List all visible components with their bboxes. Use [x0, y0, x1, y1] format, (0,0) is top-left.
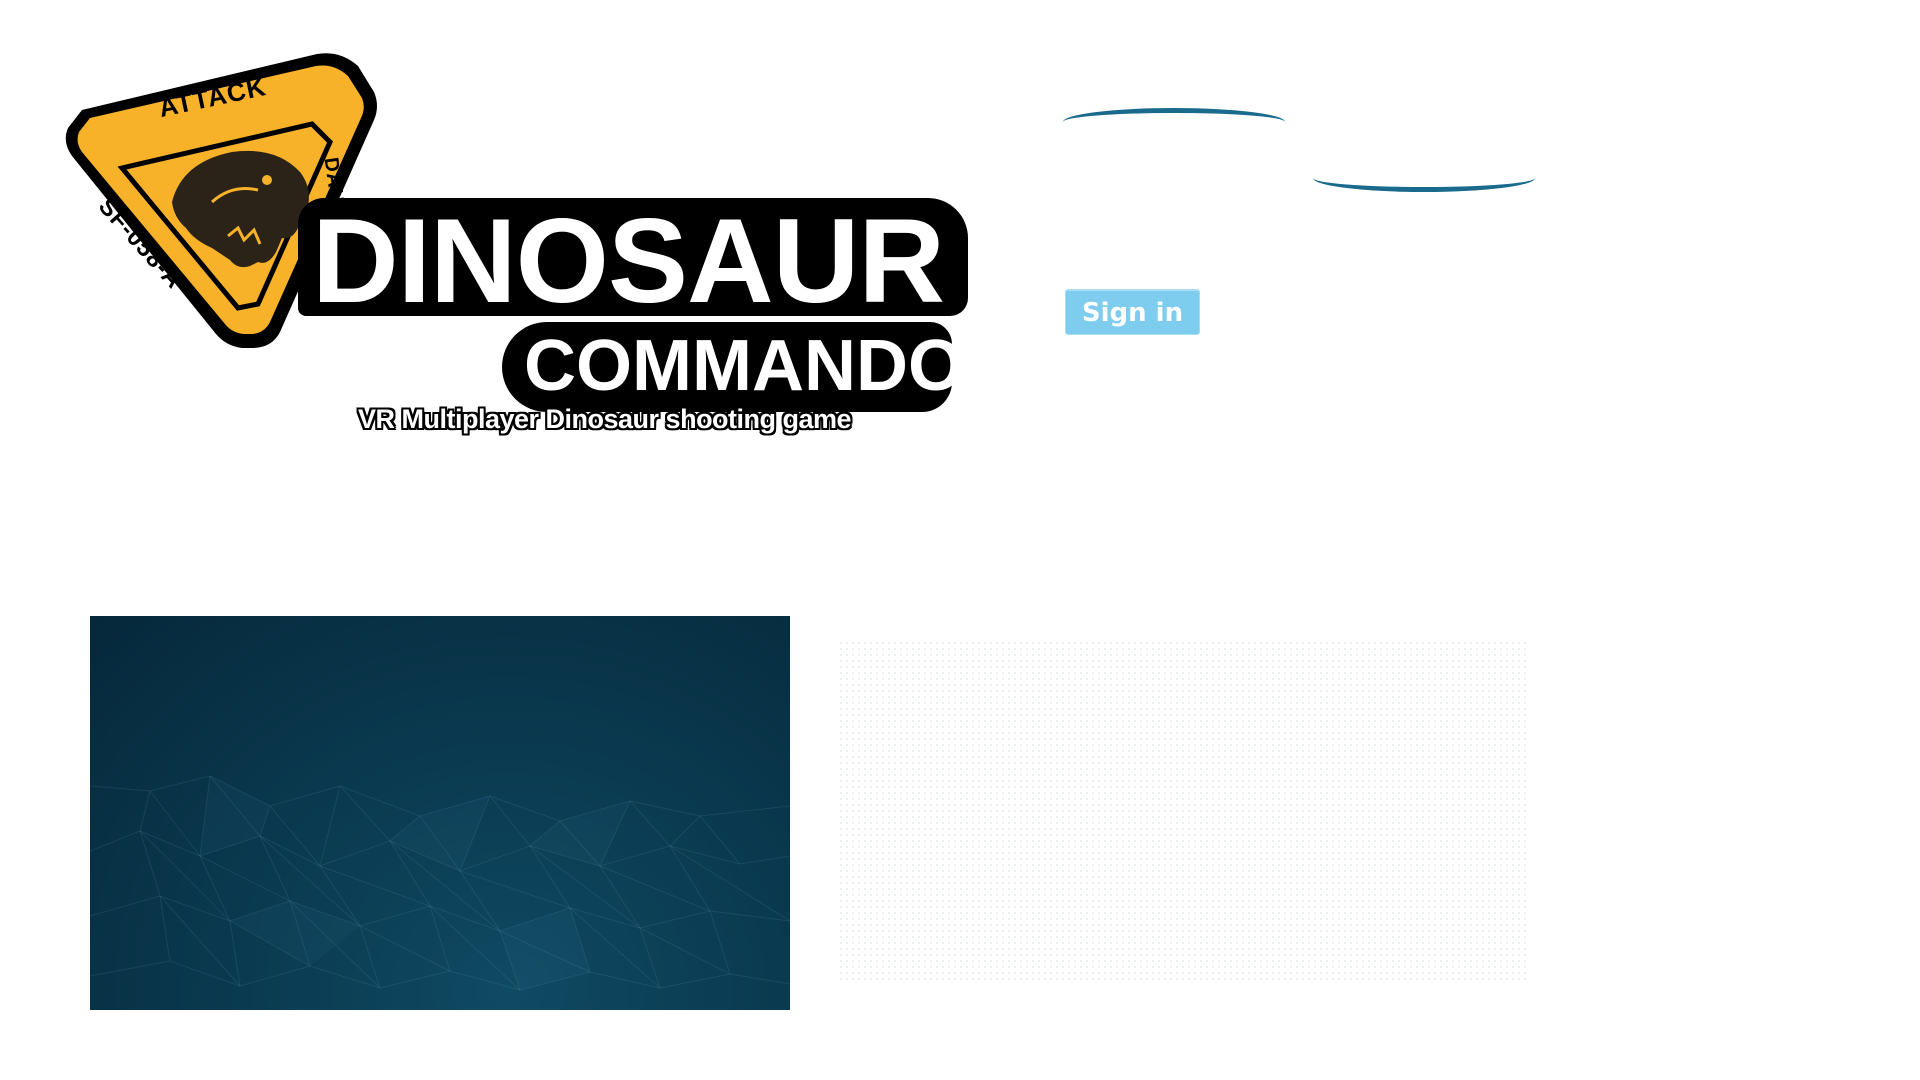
- dinosaur-commando-logo[interactable]: ATTACK SF-058-A DANGER DINOSAUR COMMANDO…: [62, 52, 982, 442]
- content-placeholder: [838, 640, 1530, 980]
- header-arc-top: [1063, 108, 1289, 122]
- header-arc-bottom: [1313, 178, 1539, 192]
- media-panel-image[interactable]: [90, 616, 790, 1010]
- logo-tagline: VR Multiplayer Dinosaur shooting game: [358, 404, 852, 434]
- sign-in-button[interactable]: Sign in: [1065, 289, 1200, 335]
- logo-title: DINOSAUR: [312, 194, 945, 328]
- low-poly-background: [90, 775, 790, 991]
- page: ATTACK SF-058-A DANGER DINOSAUR COMMANDO…: [0, 0, 1920, 1080]
- logo-subtitle: COMMANDO: [524, 326, 964, 406]
